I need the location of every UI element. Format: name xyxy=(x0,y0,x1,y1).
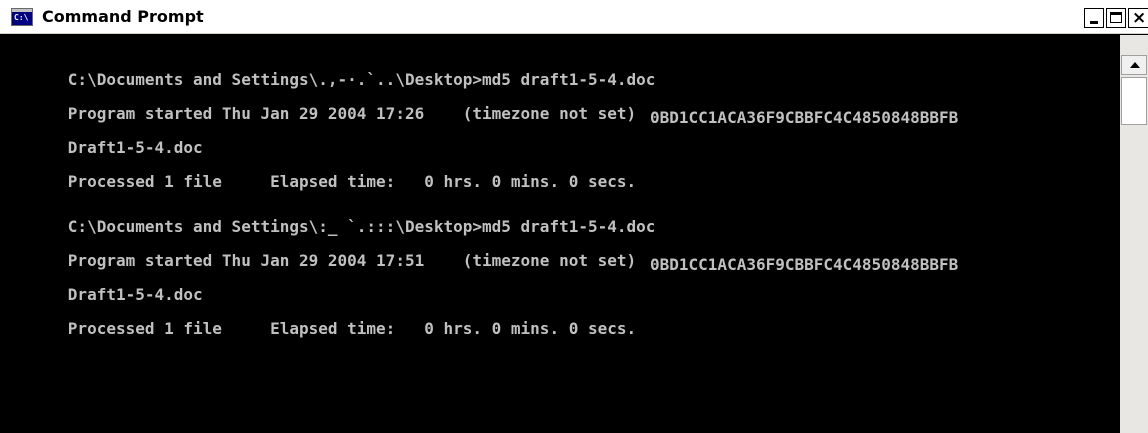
console-line: C:\Documents and Settings\.,-·.`..\Deskt… xyxy=(10,35,656,89)
processed-text: Processed 1 file Elapsed time: 0 hrs. 0 … xyxy=(67,319,637,338)
command-prompt-window: C:\ Command Prompt × C:\Documents and Se… xyxy=(0,0,1148,433)
md5-hash: 0BD1CC1ACA36F9CBBFC4C4850848BBFB xyxy=(650,108,959,127)
close-button[interactable]: × xyxy=(1128,8,1148,28)
icon-label: C:\ xyxy=(14,13,29,22)
console-line: Processed 1 file Elapsed time: 0 hrs. 0 … xyxy=(10,137,636,191)
scroll-up-button[interactable] xyxy=(1121,55,1147,75)
scroll-thumb[interactable] xyxy=(1121,77,1147,125)
console-line: Processed 1 file Elapsed time: 0 hrs. 0 … xyxy=(10,284,636,338)
title-bar[interactable]: C:\ Command Prompt × xyxy=(0,0,1148,34)
maximize-button[interactable] xyxy=(1106,8,1126,28)
console-line: Draft1-5-4.doc 0BD1CC1ACA36F9CBBFC4C4850… xyxy=(10,103,958,157)
close-icon: × xyxy=(1132,8,1147,28)
minimize-button[interactable] xyxy=(1084,8,1104,28)
console-line: Draft1-5-4.doc 0BD1CC1ACA36F9CBBFC4C4850… xyxy=(10,250,958,304)
console-line: C:\Documents and Settings\:_ `.:::\Deskt… xyxy=(10,182,656,236)
vertical-scrollbar[interactable] xyxy=(1120,35,1148,433)
window-title: Command Prompt xyxy=(42,7,204,26)
console-output[interactable]: C:\Documents and Settings\.,-·.`..\Deskt… xyxy=(0,35,1118,433)
console-line: Program started Thu Jan 29 2004 17:51 (t… xyxy=(10,216,636,270)
console-app-icon[interactable]: C:\ xyxy=(11,8,33,26)
maximize-icon xyxy=(1110,12,1122,23)
icon-strip xyxy=(12,9,32,12)
md5-hash: 0BD1CC1ACA36F9CBBFC4C4850848BBFB xyxy=(650,255,959,274)
minimize-icon xyxy=(1090,21,1098,24)
arrow-up-icon xyxy=(1130,62,1140,68)
console-line: Program started Thu Jan 29 2004 17:26 (t… xyxy=(10,69,636,123)
